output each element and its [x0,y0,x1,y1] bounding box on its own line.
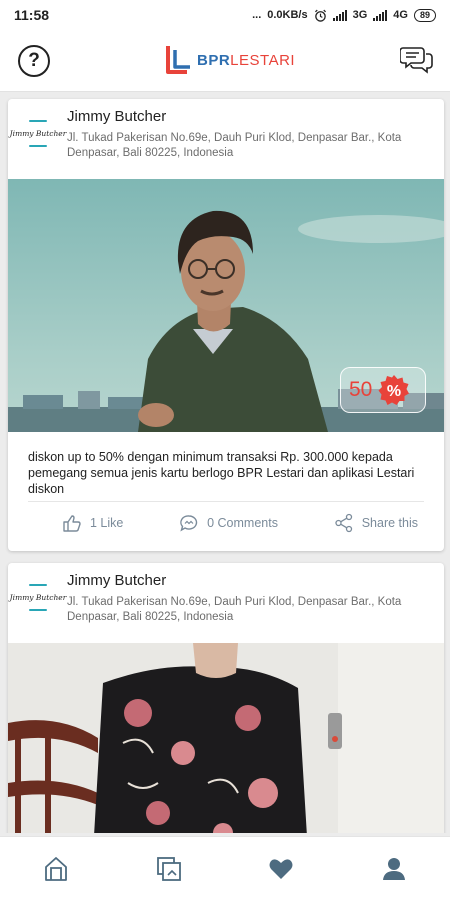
post-photo[interactable] [8,643,444,833]
avatar[interactable]: Jimmy Butcher [10,109,66,157]
status-dots: ... [252,9,262,21]
post-author[interactable]: Jimmy Butcher [67,108,166,125]
comments-button[interactable]: 0 Comments [179,513,278,533]
profile-icon [382,857,405,880]
chat-button[interactable] [399,44,434,76]
nav-home[interactable] [36,849,76,889]
avatar-line [29,608,47,611]
status-bar: 11:58 ... 0.0KB/s 3G 4G 89 [0,0,450,30]
post-header: Jimmy Butcher Jimmy Butcher Jl. Tukad Pa… [8,563,444,643]
like-button[interactable]: 1 Like [62,513,123,533]
feed[interactable]: Jimmy Butcher Jimmy Butcher Jl. Tukad Pa… [0,93,450,833]
avatar-signature: Jimmy Butcher [9,128,67,138]
discount-badge: 50 % [340,367,426,413]
bpr-lestari-logo-icon [166,46,190,74]
home-icon [45,856,68,881]
chat-bubbles-icon [399,47,433,74]
logo-text: BPRLESTARI [197,52,295,69]
post-card[interactable]: Jimmy Butcher Jimmy Butcher Jl. Tukad Pa… [8,99,444,551]
logo-text-lestari: LESTARI [230,51,296,69]
app-header: ? BPRLESTARI [0,30,450,92]
share-icon [335,513,352,532]
nav-gallery[interactable] [149,849,189,889]
nav-profile[interactable] [374,849,414,889]
post-author[interactable]: Jimmy Butcher [67,572,166,589]
signal-label-1: 3G [352,9,368,21]
avatar-line [29,144,47,147]
comments-label: 0 Comments [207,515,278,530]
logo-text-bpr: BPR [197,51,231,69]
status-indicators: ... 0.0KB/s 3G 4G 89 [252,8,436,22]
battery-icon: 89 [413,8,436,22]
post-address: Jl. Tukad Pakerisan No.69e, Dauh Puri Kl… [67,596,402,623]
bottom-nav [0,836,450,900]
thumbs-up-icon [63,514,81,532]
man-floral-shirt-image [8,643,444,833]
share-button[interactable]: Share this [334,513,418,533]
avatar-line [29,583,47,586]
gallery-icon [156,856,181,881]
nav-favorites[interactable] [261,849,301,889]
post-header: Jimmy Butcher Jimmy Butcher Jl. Tukad Pa… [8,99,444,179]
post-actions: 1 Like 0 Comments Share this [28,501,424,543]
heart-icon [269,858,293,879]
post-description: diskon up to 50% dengan minimum transaks… [28,450,415,496]
alarm-icon [314,9,326,22]
status-time: 11:58 [14,7,50,23]
share-label: Share this [361,515,418,530]
network-speed: 0.0KB/s [267,9,308,21]
app-logo: BPRLESTARI [165,44,295,76]
discount-value: 50 [349,378,373,401]
percent-badge-icon: % [378,375,410,405]
avatar-line [29,119,47,122]
svg-text:%: % [387,383,401,400]
signal-icon [332,9,347,21]
signal-label-2: 4G [393,9,408,21]
signal-icon [373,9,388,21]
avatar-signature: Jimmy Butcher [9,592,67,602]
question-circle-icon: ? [28,50,40,71]
like-label: 1 Like [90,515,124,530]
avatar[interactable]: Jimmy Butcher [10,573,66,621]
help-button[interactable]: ? [18,45,50,77]
post-address: Jl. Tukad Pakerisan No.69e, Dauh Puri Kl… [67,132,402,159]
comment-icon [180,514,198,531]
post-card[interactable]: Jimmy Butcher Jimmy Butcher Jl. Tukad Pa… [8,563,444,833]
